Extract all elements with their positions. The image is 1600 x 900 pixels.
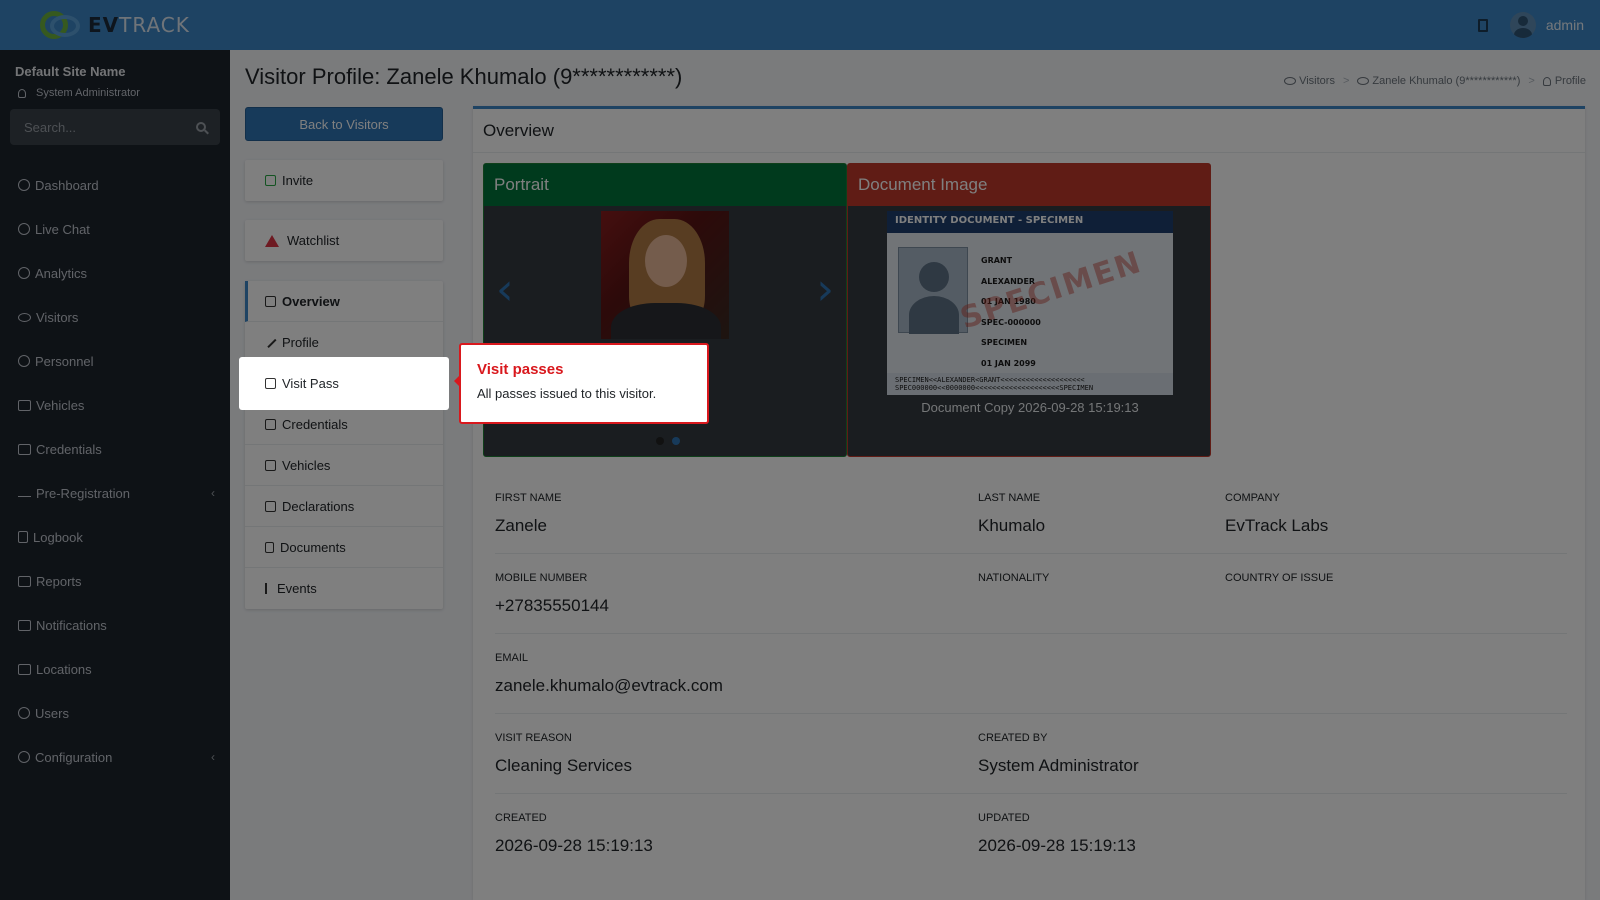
tour-backdrop[interactable] [0, 0, 1600, 900]
calendar-icon [265, 378, 276, 389]
tooltip-title: Visit passes [477, 361, 564, 378]
tooltip-body: All passes issued to this visitor. [477, 386, 657, 401]
highlighted-visit-pass[interactable]: Visit Pass [239, 357, 449, 410]
tooltip-arrow [454, 375, 460, 387]
tour-tooltip: Visit passes All passes issued to this v… [454, 343, 709, 424]
